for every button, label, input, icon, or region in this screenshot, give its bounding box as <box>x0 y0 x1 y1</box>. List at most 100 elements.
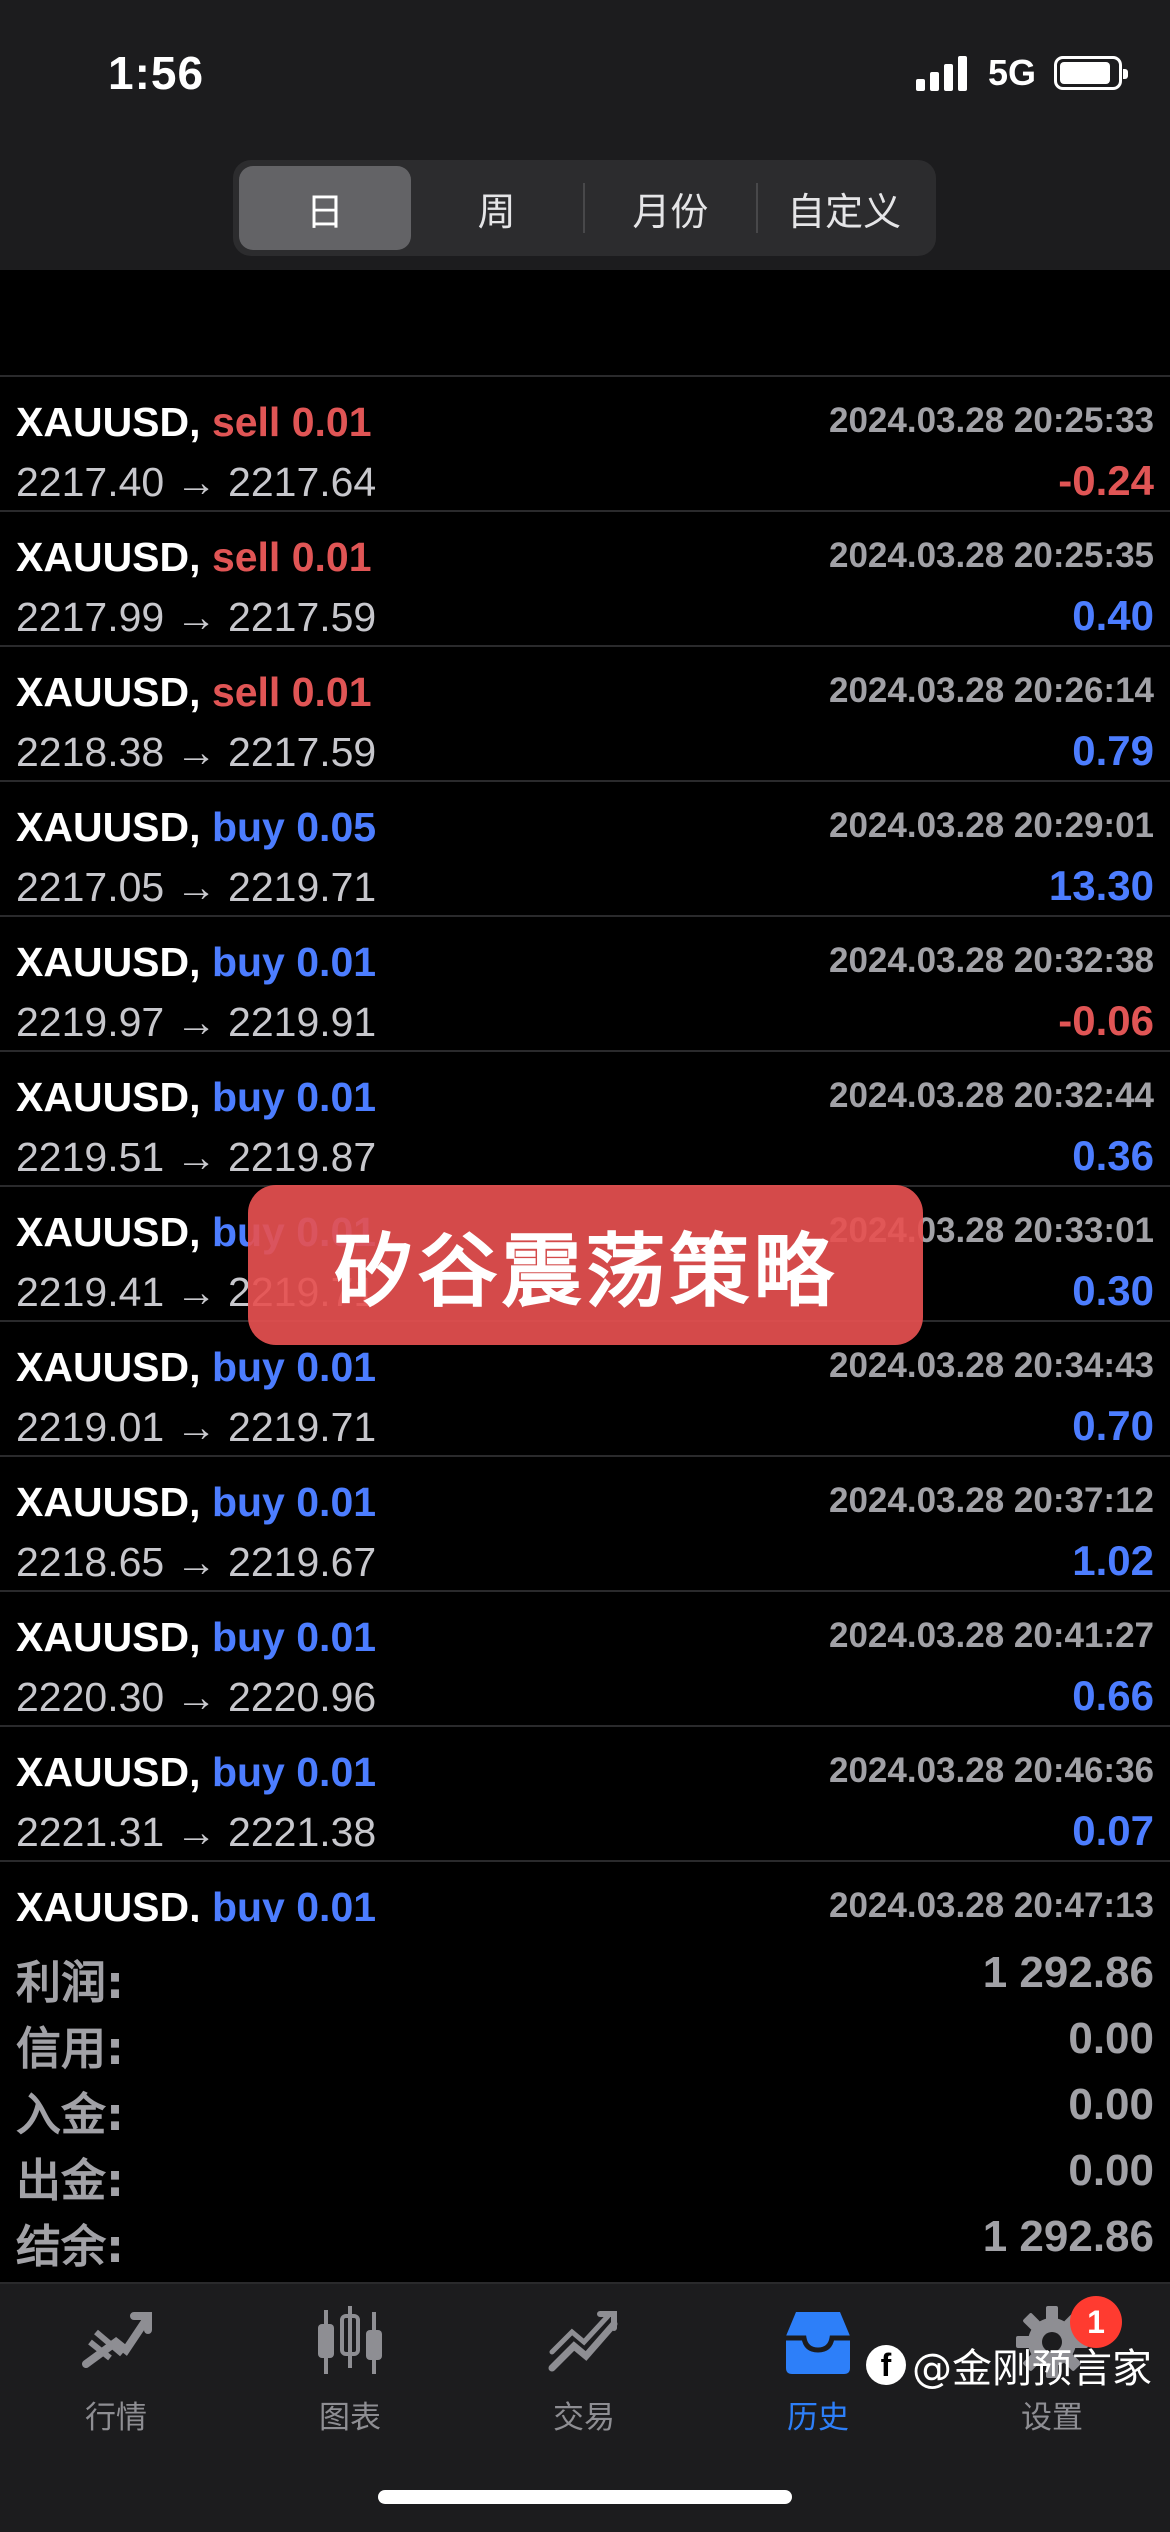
deal-header: XAUUSD, buy 0.01 <box>16 1749 376 1796</box>
deal-row[interactable]: XAUUSD, sell 0.01 2024.03.28 20:26:14 2218… <box>0 647 1170 782</box>
tab-chart-label: 图表 <box>319 2400 381 2436</box>
deal-time: 2024.03.28 20:37:12 <box>829 1481 1154 1520</box>
deal-volume: 0.01 <box>296 1614 377 1660</box>
deal-volume: 0.05 <box>296 804 377 850</box>
deal-row[interactable]: XAUUSD, sell 0.01 2024.03.28 20:25:33 2217… <box>0 377 1170 512</box>
deal-prices: 2217.05 → 2219.71 <box>16 864 376 911</box>
deal-close-price: 2221.38 <box>228 1809 377 1855</box>
trade-icon <box>548 2311 618 2372</box>
status-bar: 1:56 5G <box>0 0 1170 150</box>
summary-value: 1 292.86 <box>982 2212 1154 2261</box>
deal-close-price: 2219.87 <box>228 1134 377 1180</box>
deal-symbol: XAUUSD, <box>16 669 201 715</box>
deal-open-price: 2217.99 <box>16 594 165 640</box>
deal-open-price: 2218.38 <box>16 729 165 775</box>
deal-header: XAUUSD, buy 0.01 <box>16 1614 376 1661</box>
deal-row[interactable]: XAUUSD, buy 0.05 2024.03.28 20:29:01 2217.… <box>0 782 1170 917</box>
deal-profit: -0.06 <box>1058 997 1154 1044</box>
deal-side: buy <box>211 1749 285 1795</box>
deal-open-price: 2218.65 <box>16 1539 165 1585</box>
chart-icon <box>318 2306 382 2374</box>
deal-time: 2024.03.28 20:34:43 <box>829 1346 1154 1385</box>
deal-header: XAUUSD, buy 0.01 <box>16 1074 376 1121</box>
deal-profit: 0.30 <box>1072 1267 1154 1314</box>
home-indicator[interactable] <box>378 2490 792 2504</box>
deal-symbol: XAUUSD, <box>16 1344 201 1390</box>
arrow-icon: → <box>175 1134 217 1180</box>
watermark: f @金刚预言家 <box>866 2336 1152 2394</box>
deal-time: 2024.03.28 20:32:38 <box>829 941 1154 980</box>
deal-row[interactable]: XAUUSD, sell 0.01 2024.03.28 20:25:35 2217… <box>0 512 1170 647</box>
tab-trade-label: 交易 <box>553 2400 615 2436</box>
deal-time: 2024.03.28 20:25:35 <box>829 536 1154 575</box>
deal-profit: 0.66 <box>1072 1672 1154 1719</box>
status-indicators: 5G <box>915 52 1128 94</box>
arrow-icon: → <box>175 1809 217 1855</box>
deal-volume: 0.01 <box>291 534 372 580</box>
deal-side: sell <box>211 399 281 445</box>
deal-row[interactable]: XAUUSD, buy 0.01 2024.03.28 20:41:27 2220.… <box>0 1592 1170 1727</box>
segment-custom[interactable]: 自定义 <box>758 166 930 250</box>
deal-symbol: XAUUSD, <box>16 939 201 985</box>
deal-symbol: XAUUSD, <box>16 1209 201 1255</box>
status-time: 1:56 <box>108 47 205 99</box>
history-icon <box>786 2312 850 2374</box>
deal-row[interactable]: XAUUSD, buy 0.012024.03.28 20:47:132220.… <box>0 1862 1170 1922</box>
deal-close-price: 2217.59 <box>228 729 377 775</box>
deal-profit: 0.07 <box>1072 1807 1154 1854</box>
period-segmented-control: 日 周 月份 自定义 <box>233 160 936 256</box>
deal-open-price: 2217.40 <box>16 459 165 505</box>
deal-volume: 0.01 <box>296 939 377 985</box>
deal-row[interactable]: XAUUSD, buy 0.01 2024.03.28 20:37:12 2218.… <box>0 1457 1170 1592</box>
deal-header: XAUUSD, buy 0.05 <box>16 804 376 851</box>
deal-side: buy <box>211 1479 285 1525</box>
deal-close-price: 2220.96 <box>228 1674 377 1720</box>
arrow-icon: → <box>175 1539 217 1585</box>
summary-row: 利润: 1 292.86 <box>0 1936 1170 2009</box>
watermark-text: @金刚预言家 <box>912 2346 1152 2392</box>
deal-profit: 0.70 <box>1072 1402 1154 1449</box>
tab-quotes-label: 行情 <box>85 2400 147 2436</box>
tab-chart[interactable]: 图表 <box>250 2302 450 2452</box>
deal-open-price: 2219.01 <box>16 1404 165 1450</box>
deal-time: 2024.03.28 20:32:44 <box>829 1076 1154 1115</box>
deal-prices: 2217.99 → 2217.59 <box>16 594 376 641</box>
deal-row[interactable]: XAUUSD, buy 0.01 2024.03.28 20:32:44 2219.… <box>0 1052 1170 1187</box>
deal-volume: 0.01 <box>291 399 372 445</box>
strategy-banner: 矽谷震荡策略 <box>248 1185 923 1345</box>
segment-day[interactable]: 日 <box>239 166 411 250</box>
arrow-icon: → <box>175 1269 217 1315</box>
deal-close-price: 2217.64 <box>228 459 377 505</box>
tab-trade[interactable]: 交易 <box>484 2302 684 2452</box>
segment-month[interactable]: 月份 <box>585 166 757 250</box>
summary-row: 结余: 1 292.86 <box>0 2200 1170 2273</box>
deal-header: XAUUSD, buy 0.01 <box>16 939 376 986</box>
deals-list-viewport[interactable]: XAUUSD, sell 0.01 2024.03.28 20:25:33 2217… <box>0 270 1170 1922</box>
arrow-icon: → <box>175 1674 217 1720</box>
deal-row[interactable]: XAUUSD, buy 0.01 2024.03.28 20:46:36 2221.… <box>0 1727 1170 1862</box>
deal-volume: 0.01 <box>296 1479 377 1525</box>
deal-symbol: XAUUSD, <box>16 1749 201 1795</box>
tab-quotes[interactable]: 行情 <box>16 2302 216 2452</box>
deal-prices: 2220.30 → 2220.96 <box>16 1674 376 1721</box>
summary-row: 入金: 0.00 <box>0 2068 1170 2141</box>
deal-close-price: 2219.91 <box>228 999 377 1045</box>
deal-prices: 2219.01 → 2219.71 <box>16 1404 376 1451</box>
deal-symbol: XAUUSD, <box>16 1074 201 1120</box>
deal-volume: 0.01 <box>296 1344 377 1390</box>
deal-open-price: 2219.41 <box>16 1269 165 1315</box>
deal-row-partial[interactable] <box>0 270 1170 377</box>
segment-week[interactable]: 周 <box>411 166 583 250</box>
deal-volume: 0.01 <box>296 1749 377 1795</box>
summary-value: 0.00 <box>1068 2014 1154 2063</box>
deal-row[interactable]: XAUUSD, buy 0.01 2024.03.28 20:32:38 2219.… <box>0 917 1170 1052</box>
app-screen: 1:56 5G 日 周 月份 自定义 XAUUSD, sell 0.01 2024… <box>0 0 1170 2532</box>
deal-close-price: 2217.59 <box>228 594 377 640</box>
deal-header: XAUUSD, buy 0.01 <box>16 1344 376 1391</box>
deal-time: 2024.03.28 20:41:27 <box>829 1616 1154 1655</box>
deal-profit: 13.30 <box>1048 862 1154 909</box>
battery-icon <box>1054 56 1128 90</box>
deal-side: buy <box>211 1344 285 1390</box>
deal-time: 2024.03.28 20:26:14 <box>829 671 1154 710</box>
summary-label: 结余: <box>16 2220 124 2273</box>
